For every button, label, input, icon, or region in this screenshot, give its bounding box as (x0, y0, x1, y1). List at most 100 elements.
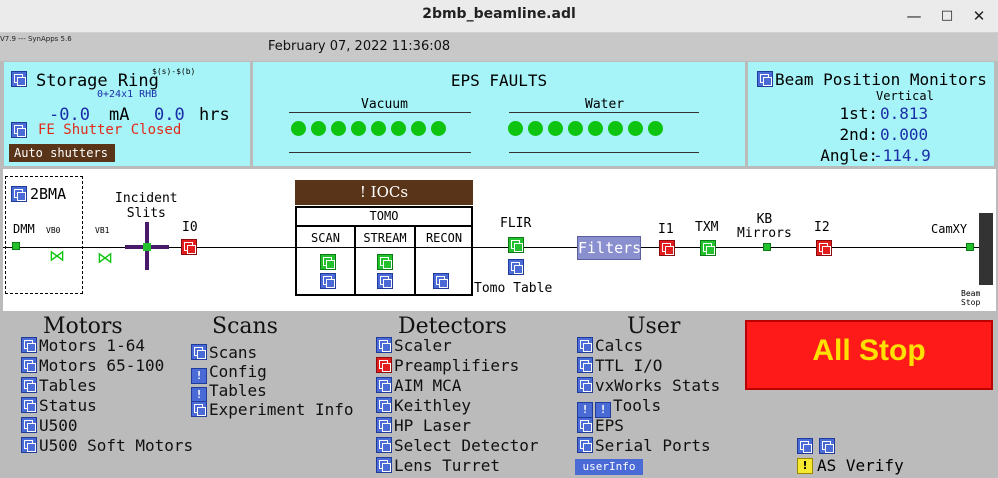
user-menu-item[interactable]: TTL I/O (577, 356, 662, 375)
version-text: V7.9 --- SynApps 5.6 (0, 35, 72, 43)
i1-button[interactable] (659, 240, 675, 256)
scans-menu-item[interactable]: ! Config (191, 362, 267, 384)
scans-menu-item[interactable]: ! Tables (191, 381, 267, 403)
detectors-menu-item[interactable]: Preamplifiers (376, 356, 519, 375)
related-display-icon[interactable] (577, 337, 593, 353)
related-display-icon[interactable] (376, 457, 392, 473)
user-menu-item[interactable]: Calcs (577, 336, 643, 355)
user-menu-label: Calcs (595, 336, 644, 355)
user-menu-item[interactable]: vxWorks Stats (577, 376, 720, 395)
related-display-icon[interactable] (21, 417, 37, 433)
related-display-icon[interactable] (376, 397, 392, 413)
vb0-valve-icon[interactable]: ⋈ (49, 248, 65, 264)
detectors-menu-label: Keithley (394, 396, 472, 415)
shutter-button[interactable] (11, 122, 27, 138)
bpm-title: Beam Position Monitors (775, 70, 987, 89)
detectors-menu-label: HP Laser (394, 416, 472, 435)
stream-green-button[interactable] (377, 254, 393, 270)
motors-menu-label: U500 Soft Motors (39, 436, 194, 455)
scans-menu-item[interactable]: Scans (191, 343, 257, 362)
camxy-indicator[interactable] (966, 243, 974, 251)
detectors-menu-item[interactable]: Keithley (376, 396, 471, 415)
i1-label: I1 (658, 222, 674, 237)
as-verify-bang-button[interactable]: ! (797, 458, 813, 474)
station-label: 2BMA (30, 185, 67, 203)
motors-menu-item[interactable]: Motors 1-64 (21, 336, 145, 355)
scan-blue-button[interactable] (320, 273, 336, 289)
filters-button[interactable]: Filters (577, 236, 641, 260)
related-display-icon[interactable] (21, 437, 37, 453)
slits-button[interactable] (143, 243, 151, 251)
scans-menu-label: Scans (209, 343, 258, 362)
motors-menu-label: U500 (39, 416, 78, 435)
tomo-table-button[interactable] (508, 259, 524, 275)
motors-menu-label: Status (39, 396, 97, 415)
auto-shutters-button[interactable]: Auto shutters (9, 144, 115, 162)
beamline-schematic: 2BMA DMM VB0 ⋈ VB1 ⋈ Incident Slits I0 !… (3, 169, 996, 311)
storage-ring-button[interactable] (11, 71, 27, 87)
userinfo-button[interactable]: userInfo (575, 459, 643, 475)
i0-label: I0 (182, 220, 198, 235)
verify-blue-button-2[interactable] (819, 438, 835, 454)
detectors-menu-item[interactable]: Scaler (376, 336, 452, 355)
motors-menu-item[interactable]: U500 Soft Motors (21, 436, 193, 455)
close-icon[interactable]: ✕ (968, 5, 990, 27)
vb1-valve-icon[interactable]: ⋈ (97, 250, 113, 266)
water-led (588, 121, 603, 136)
txm-button[interactable] (700, 240, 716, 256)
vb0-label: VB0 (46, 226, 61, 235)
related-display-icon[interactable] (21, 337, 37, 353)
detectors-menu-item[interactable]: Select Detector (376, 436, 539, 455)
stream-label: STREAM (363, 231, 407, 245)
detectors-menu-item[interactable]: HP Laser (376, 416, 471, 435)
stream-blue-button[interactable] (377, 273, 393, 289)
iocs-button[interactable]: ! IOCs (295, 180, 473, 205)
related-display-icon[interactable] (577, 437, 593, 453)
related-display-icon[interactable] (376, 377, 392, 393)
minimize-icon[interactable]: — (903, 5, 925, 27)
related-display-icon[interactable] (376, 337, 392, 353)
all-stop-button[interactable]: All Stop (745, 320, 993, 390)
motors-menu-item[interactable]: Tables (21, 376, 97, 395)
motors-menu-item[interactable]: U500 (21, 416, 78, 435)
motors-menu-item[interactable]: Status (21, 396, 97, 415)
user-menu-item[interactable]: Serial Ports (577, 436, 711, 455)
motors-menu-item[interactable]: Motors 65-100 (21, 356, 164, 375)
dmm-indicator[interactable] (12, 242, 20, 250)
i2-button[interactable] (816, 240, 832, 256)
related-display-icon[interactable] (577, 417, 593, 433)
bpm-first-label: 1st: (839, 104, 878, 123)
related-display-icon[interactable] (577, 357, 593, 373)
related-display-icon[interactable] (376, 417, 392, 433)
bpm-second-label: 2nd: (839, 125, 878, 144)
user-menu-item[interactable]: EPS (577, 416, 624, 435)
water-led (568, 121, 583, 136)
related-display-icon[interactable] (191, 401, 207, 417)
recon-blue-button[interactable] (433, 273, 449, 289)
txm-label: TXM (695, 220, 719, 235)
red-related-display-icon[interactable] (376, 357, 392, 373)
flir-button[interactable] (508, 237, 524, 253)
scans-menu-item[interactable]: Experiment Info (191, 400, 354, 419)
vacuum-led (291, 121, 306, 136)
kb-mirrors-indicator[interactable] (763, 243, 771, 251)
related-display-icon[interactable] (191, 344, 207, 360)
related-display-icon[interactable] (21, 377, 37, 393)
related-display-icon[interactable] (376, 437, 392, 453)
detectors-menu-item[interactable]: AIM MCA (376, 376, 461, 395)
maximize-icon[interactable]: □ (936, 5, 958, 27)
tomo-label: TOMO (369, 209, 399, 223)
user-menu-item[interactable]: !! Tools (577, 396, 661, 418)
related-display-icon[interactable] (577, 377, 593, 393)
verify-blue-button-1[interactable] (797, 438, 813, 454)
i0-button[interactable] (181, 239, 197, 255)
related-display-icon[interactable] (21, 357, 37, 373)
detectors-menu-item[interactable]: Lens Turret (376, 456, 500, 475)
station-button[interactable] (11, 186, 27, 202)
scan-green-button[interactable] (320, 254, 336, 270)
related-display-icon[interactable] (21, 397, 37, 413)
bpm-button[interactable] (757, 71, 773, 87)
water-led (628, 121, 643, 136)
storage-ring-title: Storage Ring (36, 71, 159, 91)
bpm-second-value: 0.000 (880, 125, 929, 144)
